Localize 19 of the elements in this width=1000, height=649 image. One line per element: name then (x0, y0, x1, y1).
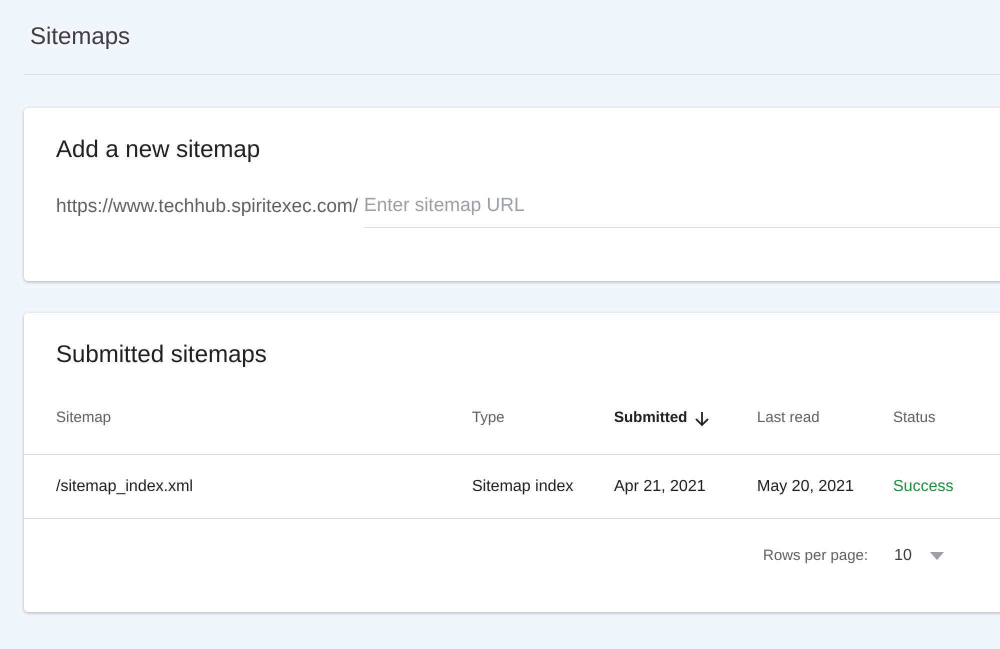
sitemap-url-field[interactable]: Enter sitemap URL (364, 192, 1000, 228)
column-header[interactable]: Status (893, 407, 936, 430)
sort-down-arrow-icon[interactable] (695, 410, 710, 426)
card-title: Submitted sitemaps (55, 340, 268, 370)
column-header[interactable]: Sitemap (56, 407, 112, 430)
table-cell: /sitemap_index.xml (56, 478, 193, 494)
column-header[interactable]: Submitted (614, 407, 688, 430)
column-header[interactable]: Type (472, 407, 505, 430)
card-title: Add a new sitemap (56, 135, 262, 165)
url-prefix: https://www.techhub.spiritexec.com/ (56, 195, 358, 219)
rows-per-page-label: Rows per page: (763, 546, 868, 566)
page-title: Sitemaps (30, 22, 130, 52)
table-cell: Apr 21, 2021 (614, 478, 706, 494)
table-cell: Sitemap index (472, 478, 574, 494)
rows-per-page-select[interactable]: 10 (894, 544, 944, 568)
column-header[interactable]: Last read (757, 407, 820, 430)
dropdown-caret-icon (930, 552, 944, 560)
table-cell: May 20, 2021 (757, 478, 854, 494)
status-cell: Success (893, 478, 954, 494)
